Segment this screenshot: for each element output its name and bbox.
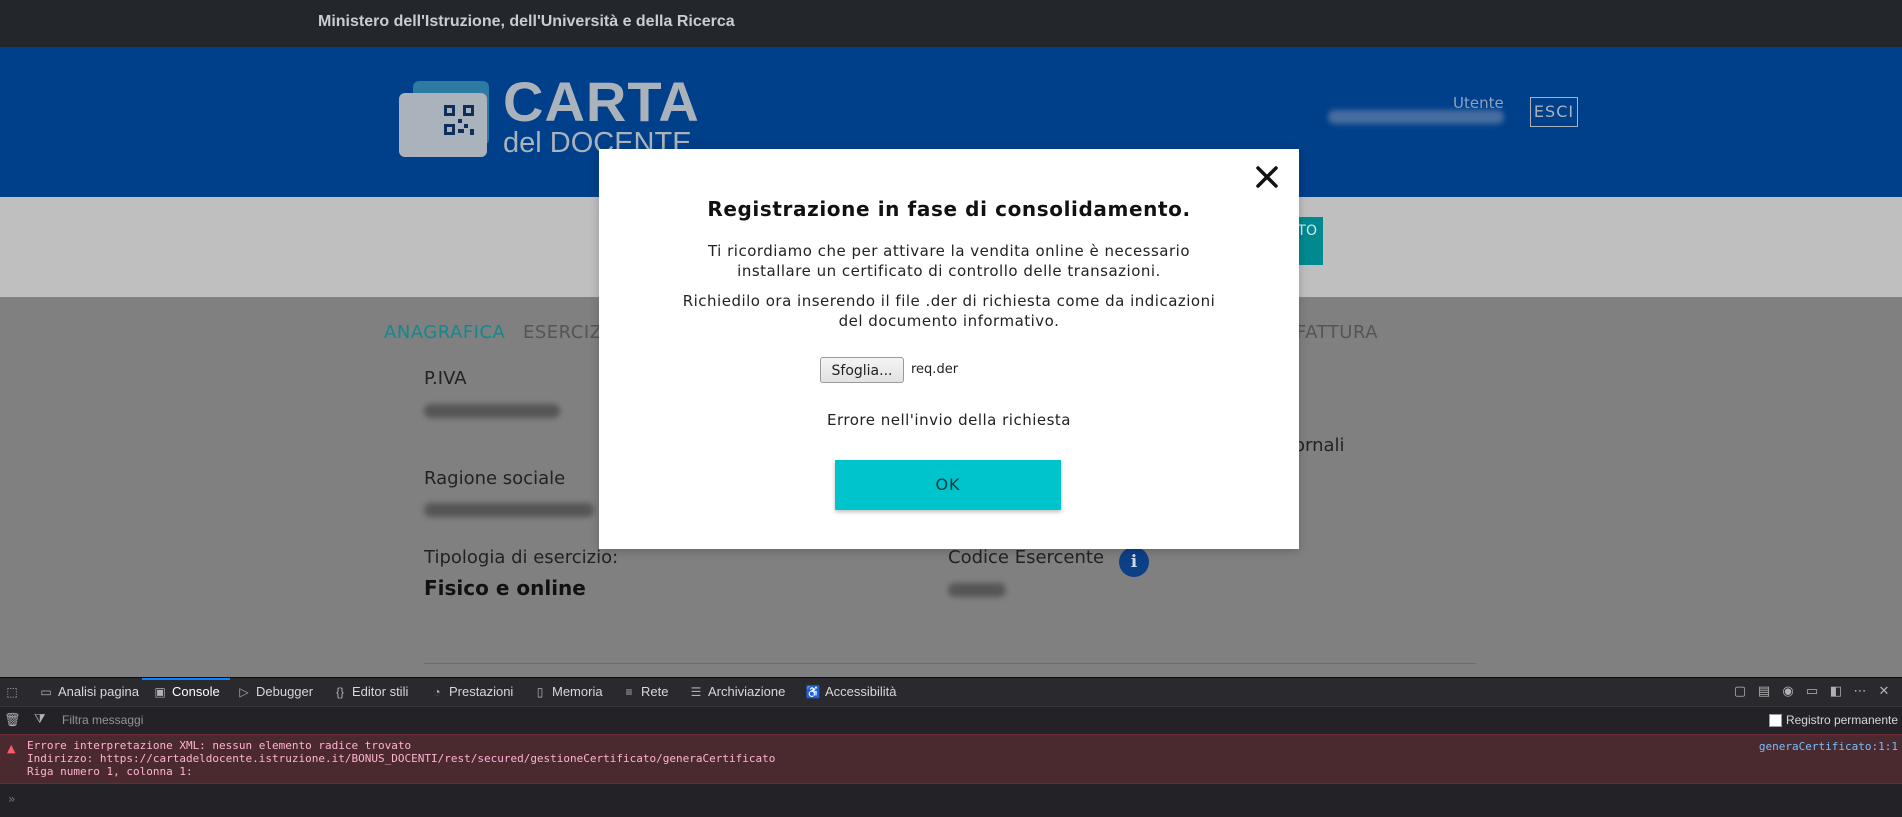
tab-debugger[interactable]: ▷ Debugger [236, 678, 313, 706]
screenshot-icon[interactable]: ◉ [1776, 678, 1800, 706]
warning-icon: ▲ [7, 742, 16, 755]
performance-icon: ◔ [433, 685, 441, 699]
certificate-modal: Registrazione in fase di consolidamento.… [599, 149, 1299, 549]
devtools-toolbar: ⬚ ▭ Analisi pagina ▣ Console ▷ Debugger {} E… [0, 677, 1902, 706]
codice-esercente-value-blurred [948, 583, 1006, 597]
filter-messages-input[interactable]: Filtra messaggi [62, 713, 143, 727]
info-icon[interactable]: i [1119, 547, 1149, 577]
codice-esercente-label: Codice Esercente [948, 547, 1105, 568]
tab-anagrafica[interactable]: ANAGRAFICA [384, 322, 505, 343]
tipologia-label: Tipologia di esercizio: [424, 547, 619, 568]
element-picker-icon[interactable]: ⬚ [4, 678, 24, 706]
ragione-sociale-label: Ragione sociale [424, 468, 566, 489]
responsive-design-icon[interactable]: ▢ [1728, 678, 1752, 706]
piva-value-blurred [424, 404, 560, 418]
console-icon: ▣ [154, 685, 166, 699]
tab-fattura[interactable]: FATTURA [1296, 322, 1378, 343]
modal-paragraph-2: Richiedilo ora inserendo il file .der di… [682, 292, 1216, 330]
debugger-icon: ▷ [239, 685, 249, 699]
console-prompt: » [8, 792, 16, 806]
style-editor-icon: {} [335, 685, 344, 699]
frame-picker-icon[interactable]: ▤ [1752, 678, 1776, 706]
user-id-blurred [1328, 110, 1504, 124]
persistent-log-checkbox[interactable] [1768, 714, 1782, 728]
error-line-2: Indirizzo: https://cartadeldocente.istru… [27, 752, 776, 765]
ministry-name: Ministero dell'Istruzione, dell'Universi… [318, 13, 735, 30]
error-line-3: Riga numero 1, colonna 1: [27, 765, 193, 778]
tipologia-value: Fisico e online [424, 576, 586, 600]
tab-accessibility[interactable]: ♿ Accessibilità [805, 678, 897, 706]
console-filter-bar: 🗑 ⧩ Filtra messaggi Registro permanente [0, 706, 1902, 734]
console-error-message: ▲ Errore interpretazione XML: nessun ele… [0, 734, 1902, 784]
tab-inspector[interactable]: ▭ Analisi pagina [38, 678, 139, 706]
tab-performance[interactable]: ◔ Prestazioni [429, 678, 513, 706]
browse-file-button[interactable]: Sfoglia... [820, 357, 904, 383]
filter-icon: ⧩ [34, 712, 46, 727]
content-divider [424, 663, 1476, 664]
carta-logo-icon[interactable] [399, 81, 490, 157]
accessibility-icon: ♿ [805, 685, 821, 699]
close-icon[interactable] [1253, 163, 1281, 191]
memory-icon: ▯ [536, 685, 544, 699]
piva-label: P.IVA [424, 368, 467, 389]
more-options-icon[interactable]: ⋯ [1848, 678, 1872, 706]
ragione-sociale-value-blurred [424, 503, 594, 517]
error-line-1: Errore interpretazione XML: nessun eleme… [27, 739, 412, 752]
logout-button[interactable]: ESCI [1530, 97, 1578, 127]
persistent-log-toggle[interactable]: Registro permanente [1768, 713, 1898, 728]
network-icon: ≡ [625, 685, 633, 699]
tab-network[interactable]: ≡ Rete [621, 678, 668, 706]
tab-memory[interactable]: ▯ Memoria [532, 678, 603, 706]
tab-style-editor[interactable]: {} Editor stili [332, 678, 408, 706]
ministry-topbar: Ministero dell'Istruzione, dell'Universi… [0, 0, 1902, 47]
selected-file-name: req.der [911, 362, 959, 377]
error-source-link[interactable]: generaCertificato:1:1 [1759, 740, 1898, 753]
tab-storage[interactable]: ☰ Archiviazione [688, 678, 786, 706]
qr-code-icon [444, 105, 474, 135]
tab-esercizi[interactable]: ESERCIZI [523, 322, 608, 343]
side-text: ornali [1294, 435, 1345, 456]
close-devtools-icon[interactable]: ✕ [1872, 678, 1896, 706]
ruler-icon[interactable]: ▭ [1800, 678, 1824, 706]
console-input[interactable]: » [0, 784, 1902, 817]
modal-title: Registrazione in fase di consolidamento. [707, 197, 1191, 221]
ok-button[interactable]: OK [835, 460, 1061, 510]
storage-icon: ☰ [690, 685, 702, 699]
tab-console[interactable]: ▣ Console [142, 678, 230, 706]
trash-icon[interactable]: 🗑 [4, 713, 21, 728]
logo-title: CARTA [503, 70, 700, 133]
inspector-icon: ▭ [40, 685, 52, 699]
modal-paragraph-1: Ti ricordiamo che per attivare la vendit… [707, 242, 1191, 280]
dock-icon[interactable]: ◧ [1824, 678, 1848, 706]
devtools-right-icons: ▢ ▤ ◉ ▭ ◧ ⋯ ✕ [1728, 678, 1896, 706]
error-message: Errore nell'invio della richiesta [826, 411, 1071, 429]
